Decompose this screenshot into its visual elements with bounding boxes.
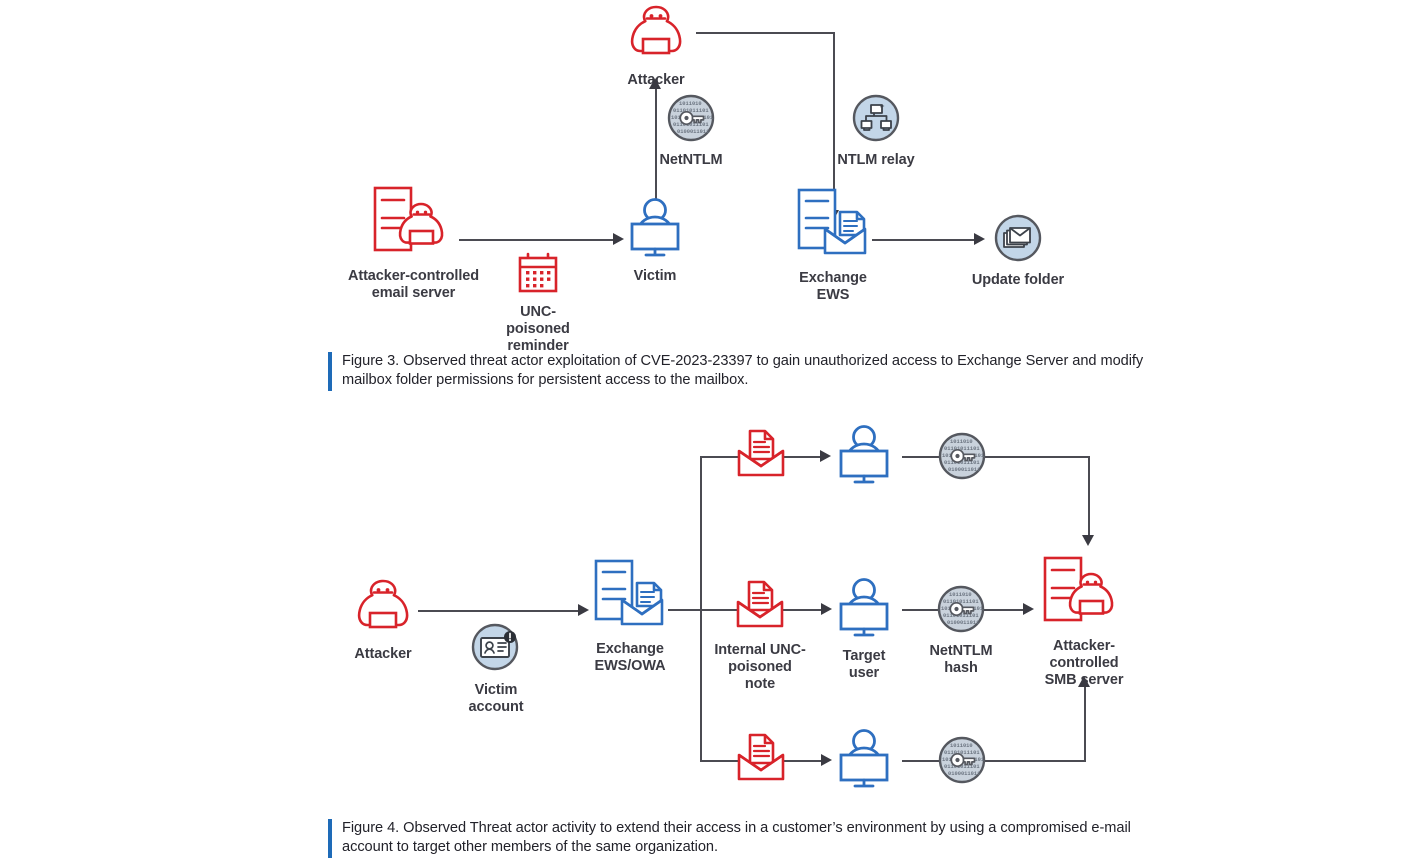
fig3-netntlm-label: NetNTLM — [659, 152, 723, 168]
user-monitor-icon — [833, 423, 895, 490]
fig4-line-bottom-up-to-smb — [1084, 684, 1086, 762]
svg-text:0100011011: 0100011011 — [947, 620, 979, 626]
fig3-node-ntlm-relay: NTLM relay — [830, 94, 922, 169]
fig4-node-attacker: Attacker — [338, 578, 428, 663]
fig4-line-bottom-user-to-smb — [902, 760, 1086, 762]
fig4-exchange-ews-owa-label: Exchange EWS/OWA — [594, 641, 666, 675]
fig4-node-victim-account: Victim account — [448, 620, 544, 716]
fig3-node-attacker: Attacker — [604, 4, 708, 89]
caption-accent-bar — [328, 819, 332, 858]
fig4-node-hash-top: 1011010 01101011101 1010110101101 011010… — [934, 432, 990, 490]
figure-3-caption-text: Figure 3. Observed threat actor exploita… — [342, 353, 1144, 389]
fig3-victim-label: Victim — [633, 268, 677, 284]
fig3-node-email-server: Attacker-controlled email server — [347, 186, 480, 302]
fig4-smb-server-label: Attacker-controlled SMB server — [1044, 638, 1124, 689]
figure-4-caption: Figure 4. Observed Threat actor activity… — [328, 819, 1188, 858]
figure-3-caption: Figure 3. Observed threat actor exploita… — [328, 352, 1178, 391]
fig4-note-middle-label: Internal UNC- poisoned note — [714, 642, 806, 693]
diagram-page: Attacker 1011010 01101011101 10101101011… — [0, 0, 1425, 859]
figure-4-caption-text: Figure 4. Observed Threat actor activity… — [342, 820, 1131, 856]
mail-stack-circle-icon — [994, 214, 1042, 267]
fig3-exchange-ews-label: Exchange EWS — [799, 270, 867, 304]
fig3-node-exchange-ews: Exchange EWS — [786, 188, 880, 304]
fig3-node-unc-reminder: UNC-poisoned reminder — [492, 252, 584, 355]
fig3-email-server-label: Attacker-controlled email server — [347, 268, 480, 302]
svg-text:1011010: 1011010 — [950, 439, 973, 445]
fig3-line-attacker-to-relay — [696, 32, 834, 34]
fig4-arrow-bottom-into-user — [821, 754, 832, 766]
binary-key-circle-icon: 1011010 01101011101 1010110101101 011010… — [937, 585, 985, 638]
server-mail-icon — [590, 559, 670, 636]
attacker-server-icon — [1039, 556, 1129, 633]
fig4-node-note-middle: Internal UNC- poisoned note — [712, 578, 808, 693]
fig4-node-user-top — [835, 423, 893, 495]
binary-key-circle-icon: 1011010 01101011101 1010110101101 011010… — [938, 432, 986, 485]
id-badge-alert-circle-icon — [470, 620, 522, 677]
calendar-icon — [516, 252, 560, 299]
fig4-node-smb-server: Attacker-controlled SMB server — [1023, 556, 1145, 689]
svg-text:0100011011: 0100011011 — [677, 129, 709, 135]
attacker-hood-icon — [352, 578, 414, 641]
fig4-hash-middle-label: NetNTLM hash — [929, 643, 993, 677]
fig3-node-victim: Victim — [613, 196, 697, 285]
fig4-user-middle-label: Target user — [842, 648, 886, 682]
user-monitor-icon — [833, 727, 895, 794]
fig4-node-hash-bottom: 1011010 01101011101 1010110101101 011010… — [934, 736, 990, 794]
attacker-hood-icon — [625, 4, 687, 67]
binary-key-circle-icon: 1011010 01101011101 1010110101101 011010… — [667, 94, 715, 147]
user-monitor-icon — [833, 576, 895, 643]
fig4-node-hash-middle: 1011010 01101011101 1010110101101 011010… — [911, 585, 1011, 677]
fig3-node-update-folder: Update folder — [970, 214, 1066, 289]
caption-accent-bar — [328, 352, 332, 391]
fig4-line-exchange-to-trunk — [668, 609, 702, 611]
fig4-line-top-down-to-smb — [1088, 456, 1090, 542]
user-monitor-icon — [624, 196, 686, 263]
server-mail-icon — [793, 188, 873, 265]
fig4-node-note-top — [733, 427, 789, 491]
attacker-server-icon — [369, 186, 459, 263]
fig3-node-netntlm: 1011010 01101011101 1010110101101 011010… — [645, 94, 737, 169]
fig4-arrow-middle-into-user — [821, 603, 832, 615]
fig4-line-top-user-to-smb — [902, 456, 1090, 458]
poisoned-note-icon — [734, 731, 788, 790]
svg-text:1011010: 1011010 — [679, 101, 702, 107]
fig4-victim-account-label: Victim account — [468, 682, 524, 716]
fig3-line-server-to-victim — [459, 239, 615, 241]
svg-text:0100011011: 0100011011 — [948, 771, 980, 777]
binary-key-circle-icon: 1011010 01101011101 1010110101101 011010… — [938, 736, 986, 789]
fig3-arrow-into-attacker — [649, 78, 661, 89]
fig4-node-user-bottom — [835, 727, 893, 799]
fig3-ntlm-relay-label: NTLM relay — [837, 152, 915, 168]
svg-text:1011010: 1011010 — [949, 592, 972, 598]
fig4-node-note-bottom — [733, 731, 789, 795]
fig3-line-exchange-to-folder — [872, 239, 977, 241]
fig4-node-exchange-ews-owa: Exchange EWS/OWA — [570, 559, 690, 675]
fig3-unc-reminder-label: UNC-poisoned reminder — [506, 304, 570, 355]
fig4-node-user-middle: Target user — [835, 576, 893, 682]
fig3-update-folder-label: Update folder — [971, 272, 1065, 288]
svg-text:1011010: 1011010 — [950, 743, 973, 749]
poisoned-note-icon — [734, 427, 788, 486]
fig4-arrow-top-into-user — [820, 450, 831, 462]
fig4-arrow-top-into-smb — [1082, 535, 1094, 546]
poisoned-note-icon — [733, 578, 787, 637]
fig4-attacker-label: Attacker — [354, 646, 412, 662]
fig4-line-attacker-to-exchange — [418, 610, 581, 612]
svg-text:0100011011: 0100011011 — [948, 467, 980, 473]
network-relay-circle-icon — [852, 94, 900, 147]
